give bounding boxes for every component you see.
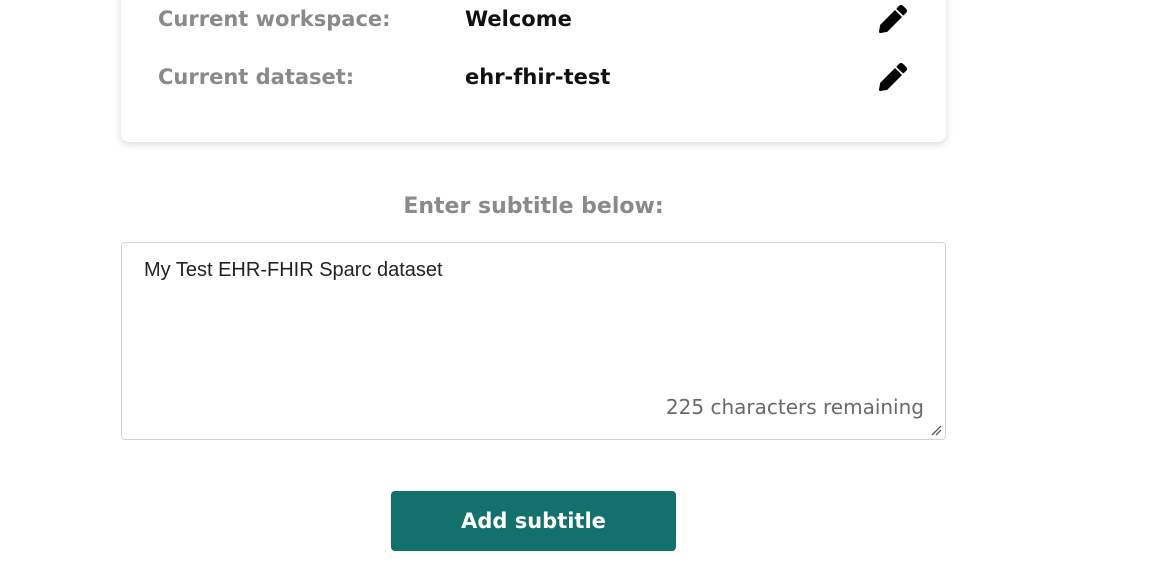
workspace-label: Current workspace:	[158, 7, 391, 31]
resize-handle-icon[interactable]	[931, 425, 942, 436]
edit-workspace-button[interactable]	[879, 5, 907, 33]
dataset-value: ehr-fhir-test	[465, 65, 611, 89]
dataset-row: Current dataset: ehr-fhir-test	[121, 57, 946, 97]
pencil-icon	[879, 5, 907, 33]
characters-remaining-counter: 225 characters remaining	[665, 395, 924, 419]
subtitle-heading: Enter subtitle below:	[403, 194, 664, 219]
workspace-value: Welcome	[465, 7, 572, 31]
pencil-icon	[879, 63, 907, 91]
dataset-info-card: Current workspace: Welcome Current datas…	[121, 0, 946, 142]
subtitle-textarea-container: My Test EHR-FHIR Sparc dataset 225 chara…	[121, 242, 946, 440]
workspace-row: Current workspace: Welcome	[121, 0, 946, 39]
add-subtitle-button[interactable]: Add subtitle	[391, 491, 676, 551]
dataset-label: Current dataset:	[158, 65, 355, 89]
edit-dataset-button[interactable]	[879, 63, 907, 91]
page: Current workspace: Welcome Current datas…	[0, 0, 1166, 562]
